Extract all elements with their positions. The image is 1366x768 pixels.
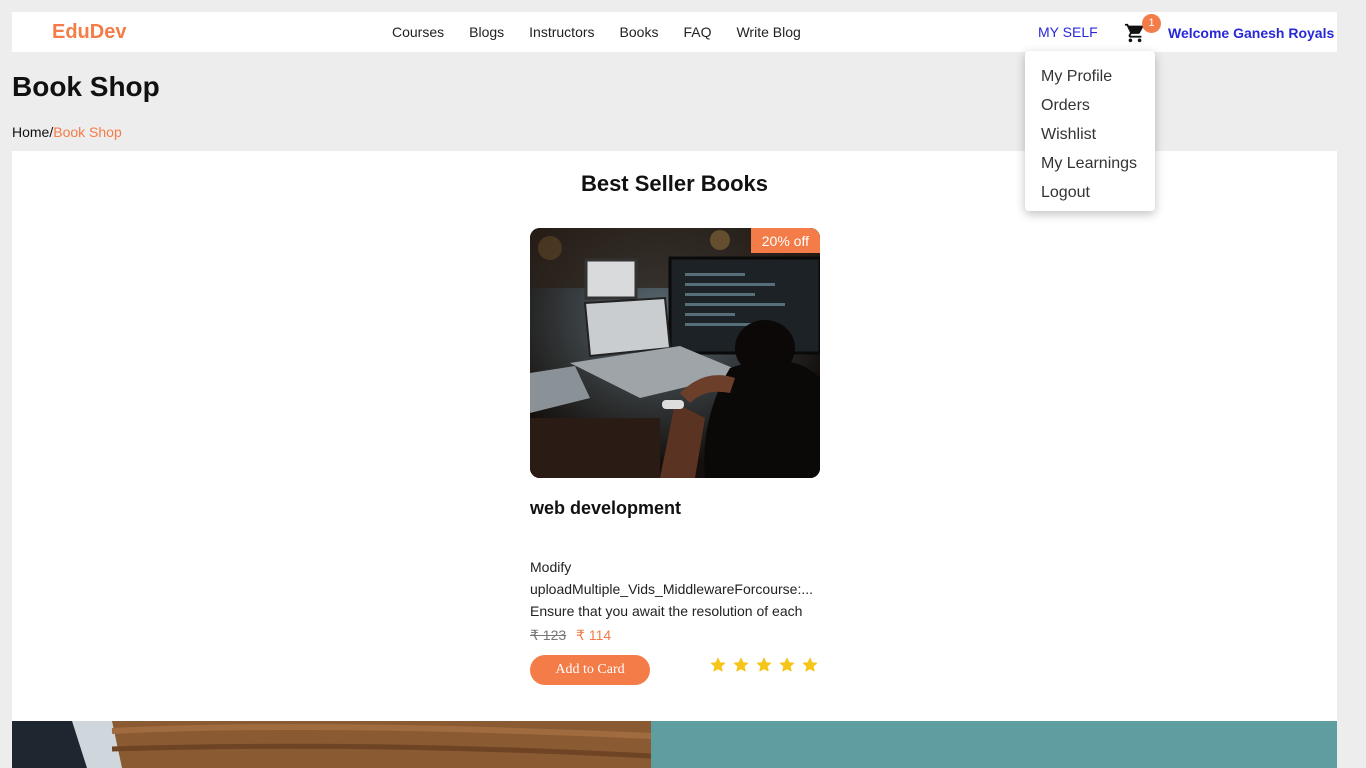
menu-item-wishlist[interactable]: Wishlist xyxy=(1025,124,1155,153)
best-seller-section: Best Seller Books 20% off web developmen… xyxy=(12,151,1337,721)
discounted-price: ₹ 114 xyxy=(576,627,612,643)
add-to-cart-button[interactable]: Add to Card xyxy=(530,655,650,685)
nav-books[interactable]: Books xyxy=(620,24,659,40)
discount-badge: 20% off xyxy=(750,228,820,253)
description-line: uploadMultiple_Vids_MiddlewareForcourse:… xyxy=(530,581,814,597)
nav-write-blog[interactable]: Write Blog xyxy=(736,24,800,40)
nav-links: Courses Blogs Instructors Books FAQ Writ… xyxy=(392,24,826,40)
nav-courses[interactable]: Courses xyxy=(392,24,444,40)
book-cover-image[interactable]: 20% off xyxy=(530,228,820,478)
page-title: Book Shop xyxy=(12,71,160,102)
star-icon xyxy=(756,657,772,672)
navbar: EduDev Courses Blogs Instructors Books F… xyxy=(12,12,1337,52)
star-icon xyxy=(733,657,749,672)
book-title[interactable]: web development xyxy=(530,498,820,519)
star-icon xyxy=(802,657,818,672)
card-actions: Add to Card xyxy=(530,655,820,685)
wood-desk-illustration xyxy=(12,721,651,768)
nav-blogs[interactable]: Blogs xyxy=(469,24,504,40)
nav-instructors[interactable]: Instructors xyxy=(529,24,594,40)
book-description: Modify uploadMultiple_Vids_MiddlewareFor… xyxy=(530,556,822,622)
logo[interactable]: EduDev xyxy=(52,21,126,44)
star-icon xyxy=(779,657,795,672)
breadcrumb-home[interactable]: Home xyxy=(12,124,49,140)
description-line: Ensure that you await the resolution of … xyxy=(530,603,803,619)
star-rating xyxy=(710,657,825,673)
menu-item-my-profile[interactable]: My Profile xyxy=(1025,66,1155,95)
menu-item-logout[interactable]: Logout xyxy=(1025,182,1155,211)
cart-count-badge: 1 xyxy=(1142,14,1161,33)
menu-item-my-learnings[interactable]: My Learnings xyxy=(1025,153,1155,182)
star-icon xyxy=(710,657,726,672)
price-row: ₹ 123 ₹ 114 xyxy=(530,627,820,644)
next-section-panel xyxy=(651,721,1337,768)
book-card: 20% off web development Modify uploadMul… xyxy=(530,228,820,685)
next-section-image xyxy=(12,721,651,768)
book-cover-illustration xyxy=(530,228,820,478)
menu-item-orders[interactable]: Orders xyxy=(1025,95,1155,124)
welcome-user: Welcome Ganesh Royals xyxy=(1168,25,1335,41)
breadcrumb: Home/Book Shop xyxy=(12,124,122,140)
nav-faq[interactable]: FAQ xyxy=(683,24,711,40)
original-price: ₹ 123 xyxy=(530,627,567,643)
my-self-menu-toggle[interactable]: MY SELF xyxy=(1038,24,1098,40)
breadcrumb-current: Book Shop xyxy=(53,124,122,140)
description-line: Modify xyxy=(530,559,572,575)
cart-button[interactable]: 1 xyxy=(1124,14,1161,46)
user-dropdown-menu: My Profile Orders Wishlist My Learnings … xyxy=(1025,51,1155,211)
